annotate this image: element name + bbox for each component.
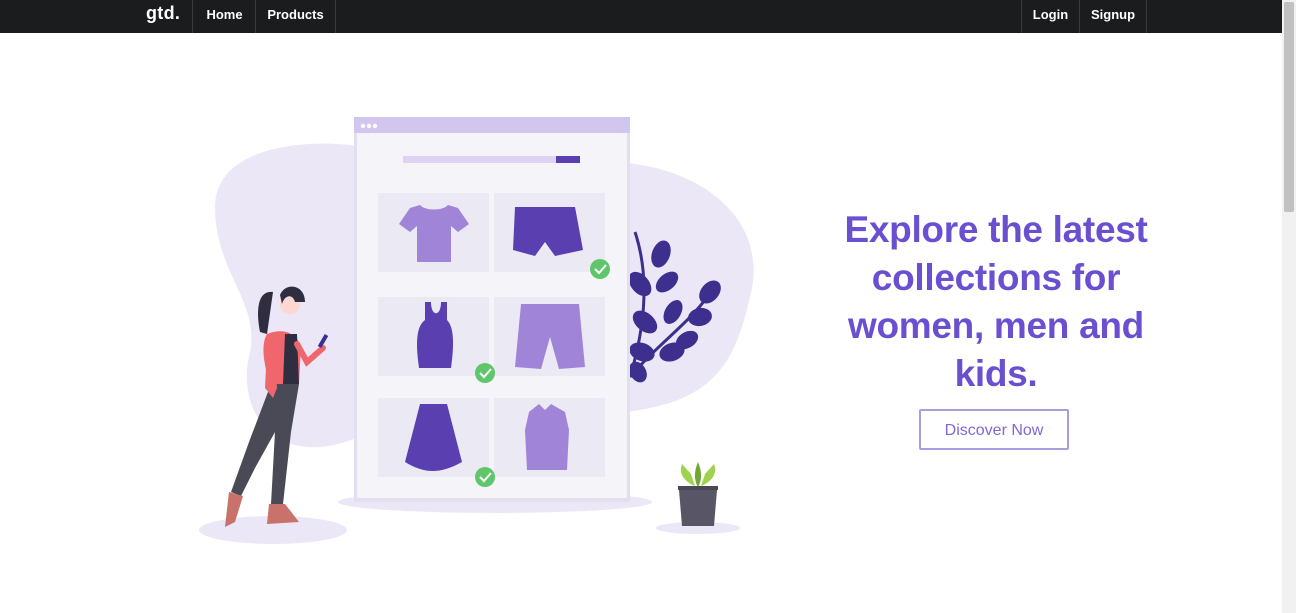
shop-window-illustration bbox=[354, 117, 630, 502]
check-icon bbox=[590, 259, 610, 279]
nav-signup-link[interactable]: Signup bbox=[1079, 0, 1147, 33]
scrollbar-thumb[interactable] bbox=[1284, 2, 1294, 212]
top-navbar: gtd. Home Products Login Signup bbox=[0, 0, 1282, 33]
check-icon bbox=[475, 363, 495, 383]
nav-products-link[interactable]: Products bbox=[255, 0, 336, 33]
hero-headline: Explore the latest collections for women… bbox=[844, 209, 1148, 394]
nav-home-link[interactable]: Home bbox=[192, 0, 256, 33]
brand-logo[interactable]: gtd. bbox=[146, 3, 180, 24]
hero-illustration bbox=[199, 117, 754, 544]
check-icon bbox=[475, 467, 495, 487]
discover-now-button[interactable]: Discover Now bbox=[919, 409, 1069, 450]
potted-plant-icon bbox=[678, 462, 718, 526]
nav-login-link[interactable]: Login bbox=[1021, 0, 1079, 33]
vest-icon bbox=[525, 404, 569, 470]
page-scrollbar[interactable] bbox=[1282, 0, 1296, 613]
